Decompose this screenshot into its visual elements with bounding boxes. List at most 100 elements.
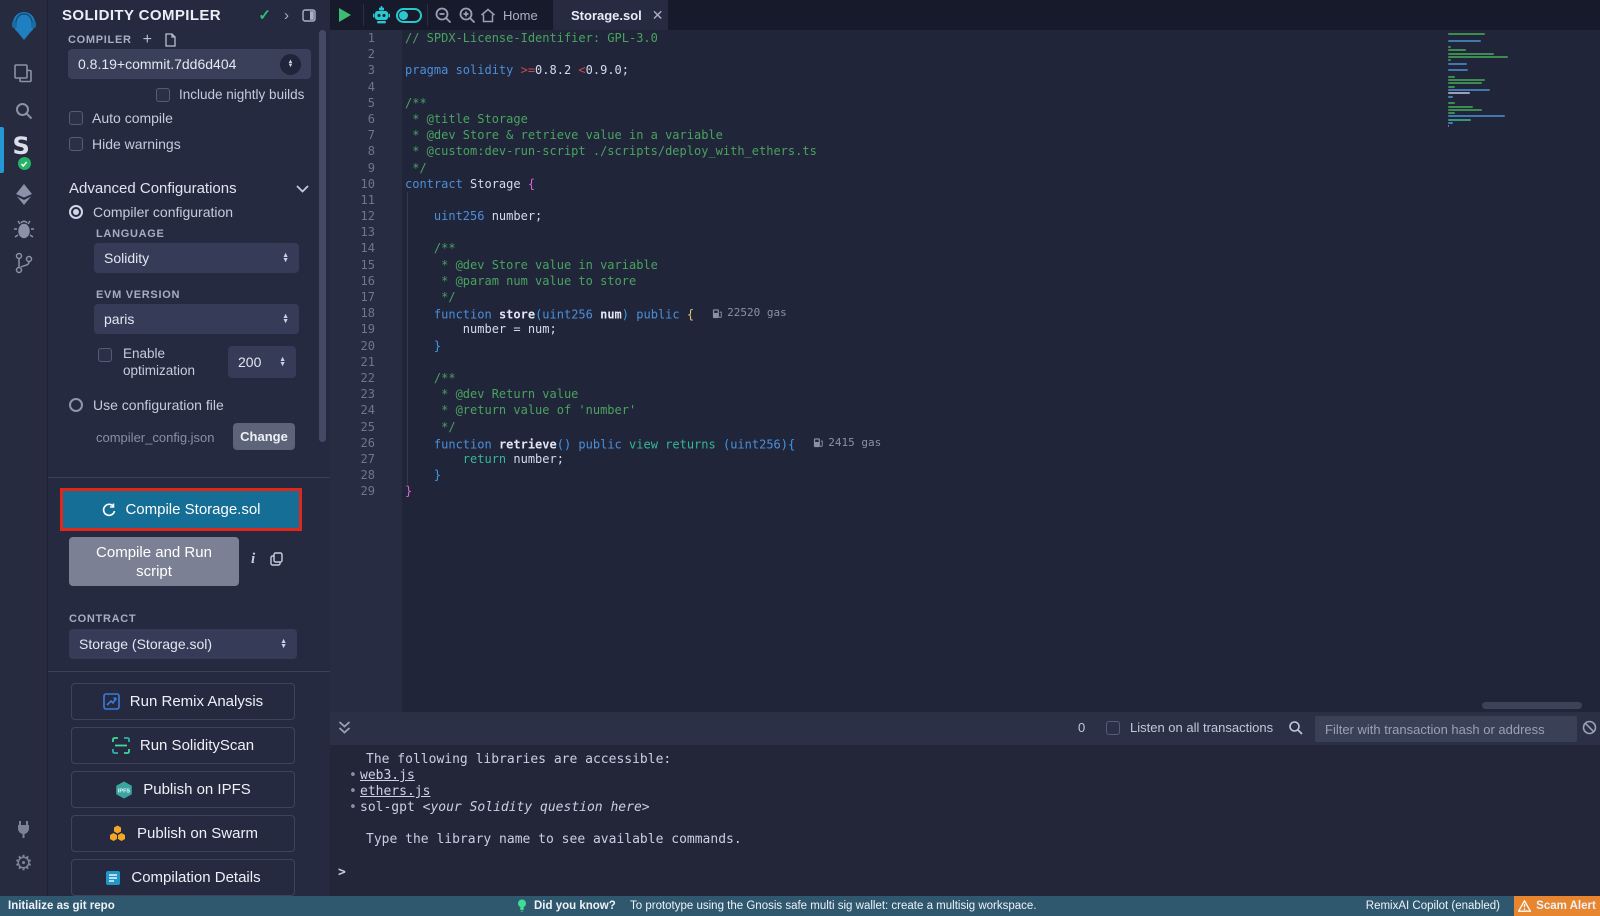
- code-line[interactable]: 29}: [330, 483, 1600, 499]
- file-explorer-icon[interactable]: [0, 60, 47, 86]
- code-line[interactable]: 21: [330, 354, 1600, 370]
- chevron-down-icon: [296, 185, 309, 193]
- add-compiler-icon[interactable]: +: [143, 34, 152, 46]
- terminal-header: 0 Listen on all transactions: [330, 712, 1600, 745]
- solidity-compiler-icon[interactable]: S: [0, 133, 47, 167]
- compiler-version-select[interactable]: 0.8.19+commit.7dd6d404 ▲▼: [68, 49, 311, 79]
- action-label: Publish on Swarm: [137, 825, 258, 842]
- code-line[interactable]: 4: [330, 79, 1600, 95]
- publish-on-ipfs-button[interactable]: IPFS Publish on IPFS: [71, 771, 295, 808]
- solgpt-line: sol-gpt <your Solidity question here>: [360, 800, 650, 815]
- code-line[interactable]: 2: [330, 46, 1600, 62]
- close-tab-icon[interactable]: ✕: [652, 7, 664, 24]
- code-line[interactable]: 26 function retrieve() public view retur…: [330, 435, 1600, 451]
- terminal-prompt[interactable]: >: [338, 865, 346, 880]
- optimization-runs-input[interactable]: 200 ▲▼: [228, 346, 296, 378]
- web3-link[interactable]: web3.js: [360, 768, 415, 783]
- compile-button[interactable]: Compile Storage.sol: [63, 491, 299, 528]
- code-line[interactable]: 20 }: [330, 338, 1600, 354]
- code-line[interactable]: 15 * @dev Store value in variable: [330, 257, 1600, 273]
- advanced-configurations-header[interactable]: Advanced Configurations: [69, 180, 309, 197]
- terminal-output[interactable]: The following libraries are accessible: …: [330, 745, 1600, 896]
- horizontal-scrollbar[interactable]: [1482, 702, 1582, 709]
- change-config-button[interactable]: Change: [233, 423, 295, 450]
- minimap[interactable]: [1448, 33, 1540, 129]
- line-number: 19: [330, 321, 375, 337]
- publish-on-swarm-button[interactable]: Publish on Swarm: [71, 815, 295, 852]
- action-label: Run SolidityScan: [140, 737, 254, 754]
- line-number: 2: [330, 46, 375, 62]
- search-icon[interactable]: [0, 98, 47, 124]
- compiled-check-badge: [18, 157, 31, 170]
- include-nightly-checkbox[interactable]: [156, 88, 170, 102]
- code-line[interactable]: 27 return number;: [330, 451, 1600, 467]
- code-line[interactable]: 3pragma solidity >=0.8.2 <0.9.0;: [330, 62, 1600, 78]
- code-line[interactable]: 8 * @custom:dev-run-script ./scripts/dep…: [330, 143, 1600, 159]
- code-line[interactable]: 17 */: [330, 289, 1600, 305]
- code-line[interactable]: 16 * @param num value to store: [330, 273, 1600, 289]
- hide-warnings-checkbox[interactable]: [69, 137, 83, 151]
- code-line[interactable]: 13: [330, 224, 1600, 240]
- compilation-details-button[interactable]: Compilation Details: [71, 859, 295, 896]
- enable-optimization-checkbox[interactable]: [98, 348, 112, 362]
- remix-logo-icon[interactable]: [0, 8, 47, 42]
- code-line[interactable]: 23 * @dev Return value: [330, 386, 1600, 402]
- code-line[interactable]: 1// SPDX-License-Identifier: GPL-3.0: [330, 30, 1600, 46]
- compile-and-run-button[interactable]: Compile and Run script: [69, 537, 239, 586]
- code-line[interactable]: 7 * @dev Store & retrieve value in a var…: [330, 127, 1600, 143]
- zoom-in-icon[interactable]: [458, 0, 477, 30]
- code-line[interactable]: 5/**: [330, 95, 1600, 111]
- contract-select[interactable]: Storage (Storage.sol) ▲▼: [69, 629, 297, 659]
- tab-storage-sol[interactable]: Storage.sol ✕: [553, 0, 668, 30]
- transaction-filter-input[interactable]: [1315, 716, 1577, 742]
- code-editor[interactable]: 1// SPDX-License-Identifier: GPL-3.023pr…: [330, 30, 1600, 712]
- plugin-manager-icon[interactable]: [0, 816, 47, 842]
- code-line[interactable]: 28 }: [330, 467, 1600, 483]
- language-select[interactable]: Solidity ▲▼: [94, 243, 299, 273]
- auto-compile-checkbox[interactable]: [69, 111, 83, 125]
- code-line[interactable]: 9 */: [330, 160, 1600, 176]
- listen-transactions-checkbox[interactable]: [1106, 721, 1120, 735]
- code-line[interactable]: 11: [330, 192, 1600, 208]
- code-line[interactable]: 10contract Storage {: [330, 176, 1600, 192]
- code-line[interactable]: 14 /**: [330, 240, 1600, 256]
- solidity-compiler-panel: SOLIDITY COMPILER ✓ › COMPILER + 0.8.19+…: [47, 0, 330, 896]
- home-tab[interactable]: Home: [480, 0, 538, 30]
- action-label: Compilation Details: [131, 869, 260, 886]
- deploy-run-icon[interactable]: [0, 182, 47, 208]
- code-line[interactable]: 25 */: [330, 419, 1600, 435]
- run-solidityscan-button[interactable]: Run SolidityScan: [71, 727, 295, 764]
- ethers-link[interactable]: ethers.js: [360, 784, 430, 799]
- copy-icon[interactable]: [270, 552, 283, 566]
- copilot-toggle[interactable]: [396, 0, 422, 30]
- open-file-icon[interactable]: [163, 33, 176, 47]
- config-filename: compiler_config.json: [96, 430, 215, 445]
- git-icon[interactable]: [0, 250, 47, 276]
- run-remix-analysis-button[interactable]: Run Remix Analysis: [71, 683, 295, 720]
- line-number: 8: [330, 143, 375, 159]
- clear-terminal-icon[interactable]: [1582, 720, 1597, 735]
- code-line[interactable]: 12 uint256 number;: [330, 208, 1600, 224]
- include-nightly-label: Include nightly builds: [179, 87, 304, 102]
- run-script-button[interactable]: [339, 0, 351, 30]
- terminal-search-icon[interactable]: [1288, 720, 1304, 736]
- git-init-status[interactable]: Initialize as git repo: [8, 896, 115, 916]
- code-line[interactable]: 18 function store(uint256 num) public {2…: [330, 305, 1600, 321]
- info-icon[interactable]: i: [251, 551, 255, 568]
- scam-alert-button[interactable]: Scam Alert: [1514, 896, 1600, 916]
- expand-terminal-icon[interactable]: [338, 720, 351, 735]
- settings-icon[interactable]: ⚙: [0, 850, 47, 876]
- compiler-configuration-radio[interactable]: [69, 205, 83, 219]
- code-line[interactable]: 22 /**: [330, 370, 1600, 386]
- use-config-file-radio[interactable]: [69, 398, 83, 412]
- code-line[interactable]: 19 number = num;: [330, 321, 1600, 337]
- collapse-panel-icon[interactable]: ›: [284, 7, 289, 24]
- ai-copilot-icon[interactable]: [371, 0, 392, 30]
- panel-scrollbar[interactable]: [319, 30, 326, 442]
- code-line[interactable]: 6 * @title Storage: [330, 111, 1600, 127]
- debugger-icon[interactable]: [0, 216, 47, 242]
- pin-panel-icon[interactable]: [302, 9, 316, 22]
- code-line[interactable]: 24 * @return value of 'number': [330, 402, 1600, 418]
- evm-version-select[interactable]: paris ▲▼: [94, 304, 299, 334]
- zoom-out-icon[interactable]: [434, 0, 453, 30]
